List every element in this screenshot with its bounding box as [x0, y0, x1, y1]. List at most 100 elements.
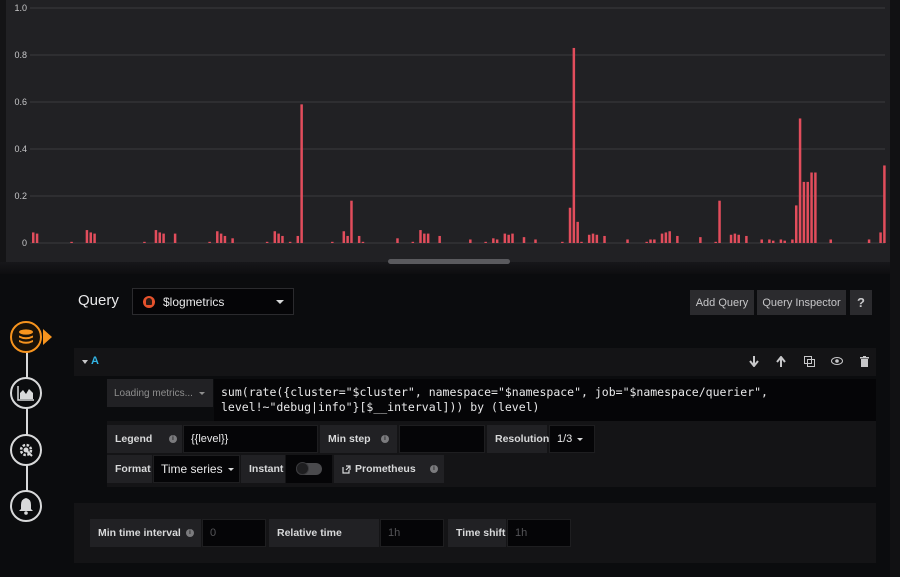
bar[interactable]: [143, 241, 146, 243]
bar[interactable]: [660, 233, 664, 243]
query-expression-editor[interactable]: sum(rate({cluster="$cluster", namespace=…: [214, 379, 876, 421]
sidebar-item-general[interactable]: [10, 434, 42, 466]
bar[interactable]: [208, 241, 211, 243]
sidebar-item-visualization[interactable]: [10, 377, 42, 409]
sidebar-item-alert[interactable]: [10, 490, 42, 522]
bar[interactable]: [714, 241, 717, 243]
time-shift-input[interactable]: 1h: [507, 519, 571, 547]
bar[interactable]: [495, 239, 499, 243]
collapse-caret-icon[interactable]: [82, 360, 88, 364]
bar[interactable]: [653, 239, 656, 243]
instant-toggle[interactable]: [286, 455, 332, 483]
bar[interactable]: [718, 200, 721, 243]
bar[interactable]: [361, 241, 365, 243]
bar[interactable]: [469, 239, 472, 243]
bar[interactable]: [664, 232, 668, 243]
remove-query-button[interactable]: [857, 354, 871, 368]
move-up-button[interactable]: [774, 354, 788, 368]
bar[interactable]: [568, 207, 572, 243]
bar[interactable]: [771, 240, 775, 243]
bar[interactable]: [814, 172, 817, 244]
bar[interactable]: [503, 233, 507, 243]
bar[interactable]: [484, 241, 487, 243]
resolution-select[interactable]: 1/3: [549, 425, 595, 453]
bar[interactable]: [760, 239, 763, 243]
bar[interactable]: [162, 233, 165, 243]
bar[interactable]: [288, 241, 292, 243]
bar[interactable]: [223, 235, 227, 243]
query-ref-id[interactable]: A: [91, 355, 99, 367]
info-icon[interactable]: i: [186, 529, 194, 537]
legend-input[interactable]: {{level}}: [183, 425, 318, 453]
help-button[interactable]: ?: [850, 290, 872, 315]
bar[interactable]: [806, 181, 809, 243]
bar[interactable]: [296, 235, 300, 243]
prometheus-link[interactable]: Prometheus: [334, 455, 444, 483]
bar[interactable]: [729, 234, 733, 243]
bar[interactable]: [810, 172, 813, 244]
bar[interactable]: [580, 241, 583, 243]
bar[interactable]: [798, 118, 802, 243]
bar[interactable]: [85, 230, 89, 243]
bar[interactable]: [626, 239, 629, 243]
bar[interactable]: [587, 234, 591, 243]
bar[interactable]: [737, 234, 740, 243]
bar[interactable]: [595, 234, 599, 243]
bar[interactable]: [231, 238, 234, 243]
bar[interactable]: [791, 239, 794, 243]
info-icon[interactable]: i: [169, 435, 177, 443]
bar[interactable]: [277, 233, 280, 243]
bar[interactable]: [699, 237, 702, 244]
min-step-input[interactable]: [399, 425, 485, 453]
bar[interactable]: [768, 239, 771, 243]
bar[interactable]: [668, 231, 671, 243]
bar[interactable]: [829, 239, 832, 243]
bar[interactable]: [733, 233, 737, 243]
bar[interactable]: [783, 240, 786, 243]
bar[interactable]: [350, 200, 353, 243]
bar[interactable]: [676, 235, 679, 243]
bar[interactable]: [32, 232, 35, 243]
bar[interactable]: [342, 231, 346, 243]
bar[interactable]: [603, 235, 606, 243]
bar[interactable]: [867, 239, 871, 243]
bar[interactable]: [645, 241, 648, 243]
bar[interactable]: [331, 241, 334, 243]
bar[interactable]: [507, 234, 510, 243]
bar[interactable]: [492, 238, 495, 243]
bar[interactable]: [745, 235, 748, 243]
bar[interactable]: [300, 104, 303, 243]
add-query-button[interactable]: Add Query: [690, 290, 754, 315]
bar[interactable]: [423, 233, 426, 243]
info-icon[interactable]: i: [430, 465, 438, 473]
bar[interactable]: [879, 232, 882, 243]
bar[interactable]: [281, 235, 284, 243]
bar[interactable]: [357, 235, 361, 243]
bar[interactable]: [89, 232, 92, 243]
info-icon[interactable]: i: [381, 435, 389, 443]
bar[interactable]: [522, 237, 526, 244]
bar[interactable]: [561, 241, 564, 243]
bar[interactable]: [438, 235, 441, 243]
relative-time-input[interactable]: 1h: [380, 519, 444, 547]
bar[interactable]: [779, 239, 783, 243]
min-interval-input[interactable]: 0: [202, 519, 266, 547]
query-inspector-button[interactable]: Query Inspector: [757, 290, 846, 315]
bar[interactable]: [511, 233, 514, 243]
bar[interactable]: [396, 238, 399, 243]
bar[interactable]: [794, 205, 798, 243]
datasource-picker[interactable]: $logmetrics: [132, 288, 294, 315]
bar[interactable]: [70, 241, 73, 243]
bar[interactable]: [572, 47, 576, 244]
bar[interactable]: [883, 165, 886, 243]
panel-resize-handle[interactable]: [388, 259, 510, 264]
bar[interactable]: [426, 233, 430, 243]
duplicate-button[interactable]: [802, 354, 816, 368]
bar[interactable]: [273, 231, 277, 243]
bar[interactable]: [534, 239, 537, 243]
metrics-dropdown[interactable]: Loading metrics...: [107, 379, 213, 407]
bar[interactable]: [591, 233, 595, 243]
bar[interactable]: [158, 232, 162, 243]
move-down-button[interactable]: [747, 354, 761, 368]
format-select[interactable]: Time series: [153, 455, 240, 483]
